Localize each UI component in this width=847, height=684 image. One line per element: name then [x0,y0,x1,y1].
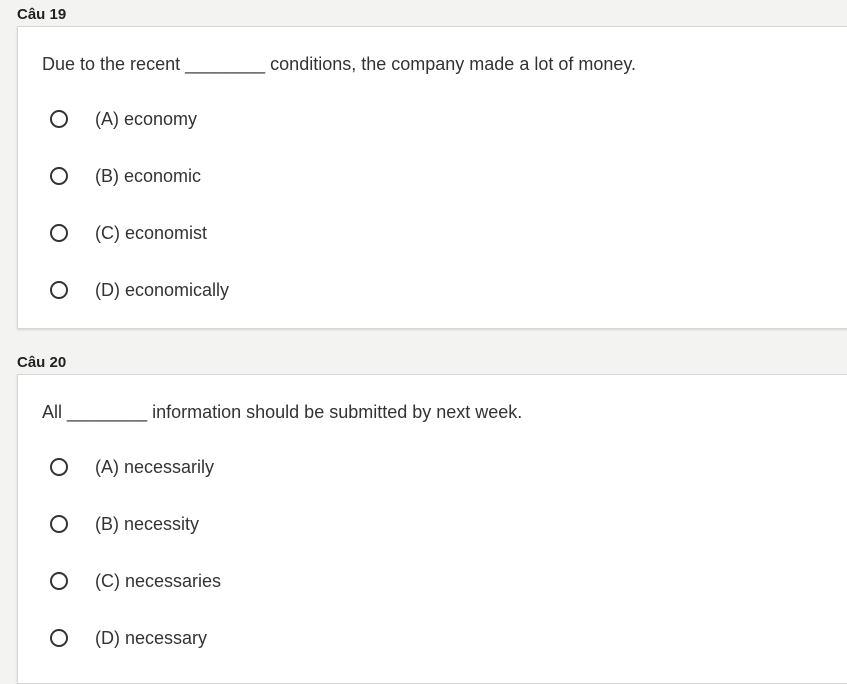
option-label: (D) economically [95,280,230,300]
option-label: (B) economic [95,166,202,186]
option-label: (D) necessary [95,628,208,648]
option-label: (C) necessaries [95,571,222,591]
radio-button[interactable] [50,458,68,476]
radio-button[interactable] [50,629,68,647]
question-text: All ________ information should be submi… [42,402,523,422]
option-label: (A) necessarily [95,457,215,477]
option-label: (B) necessity [95,514,200,534]
answer-option[interactable]: (A) necessarily [50,455,214,479]
answer-option[interactable]: (B) economic [50,164,201,188]
answer-option[interactable]: (D) economically [50,278,229,302]
radio-button[interactable] [50,281,68,299]
question-card: All ________ information should be submi… [17,374,847,684]
radio-button[interactable] [50,572,68,590]
question-label: Câu 20 [17,354,67,371]
answer-option[interactable]: (B) necessity [50,512,199,536]
question-card: Due to the recent ________ conditions, t… [17,26,847,329]
answer-option[interactable]: (C) necessaries [50,569,221,593]
option-label: (A) economy [95,109,198,129]
answer-option[interactable]: (D) necessary [50,626,207,650]
option-label: (C) economist [95,223,208,243]
radio-button[interactable] [50,167,68,185]
question-text: Due to the recent ________ conditions, t… [42,54,637,74]
radio-button[interactable] [50,515,68,533]
radio-button[interactable] [50,110,68,128]
radio-button[interactable] [50,224,68,242]
answer-option[interactable]: (C) economist [50,221,207,245]
answer-option[interactable]: (A) economy [50,107,197,131]
question-label: Câu 19 [17,6,67,23]
